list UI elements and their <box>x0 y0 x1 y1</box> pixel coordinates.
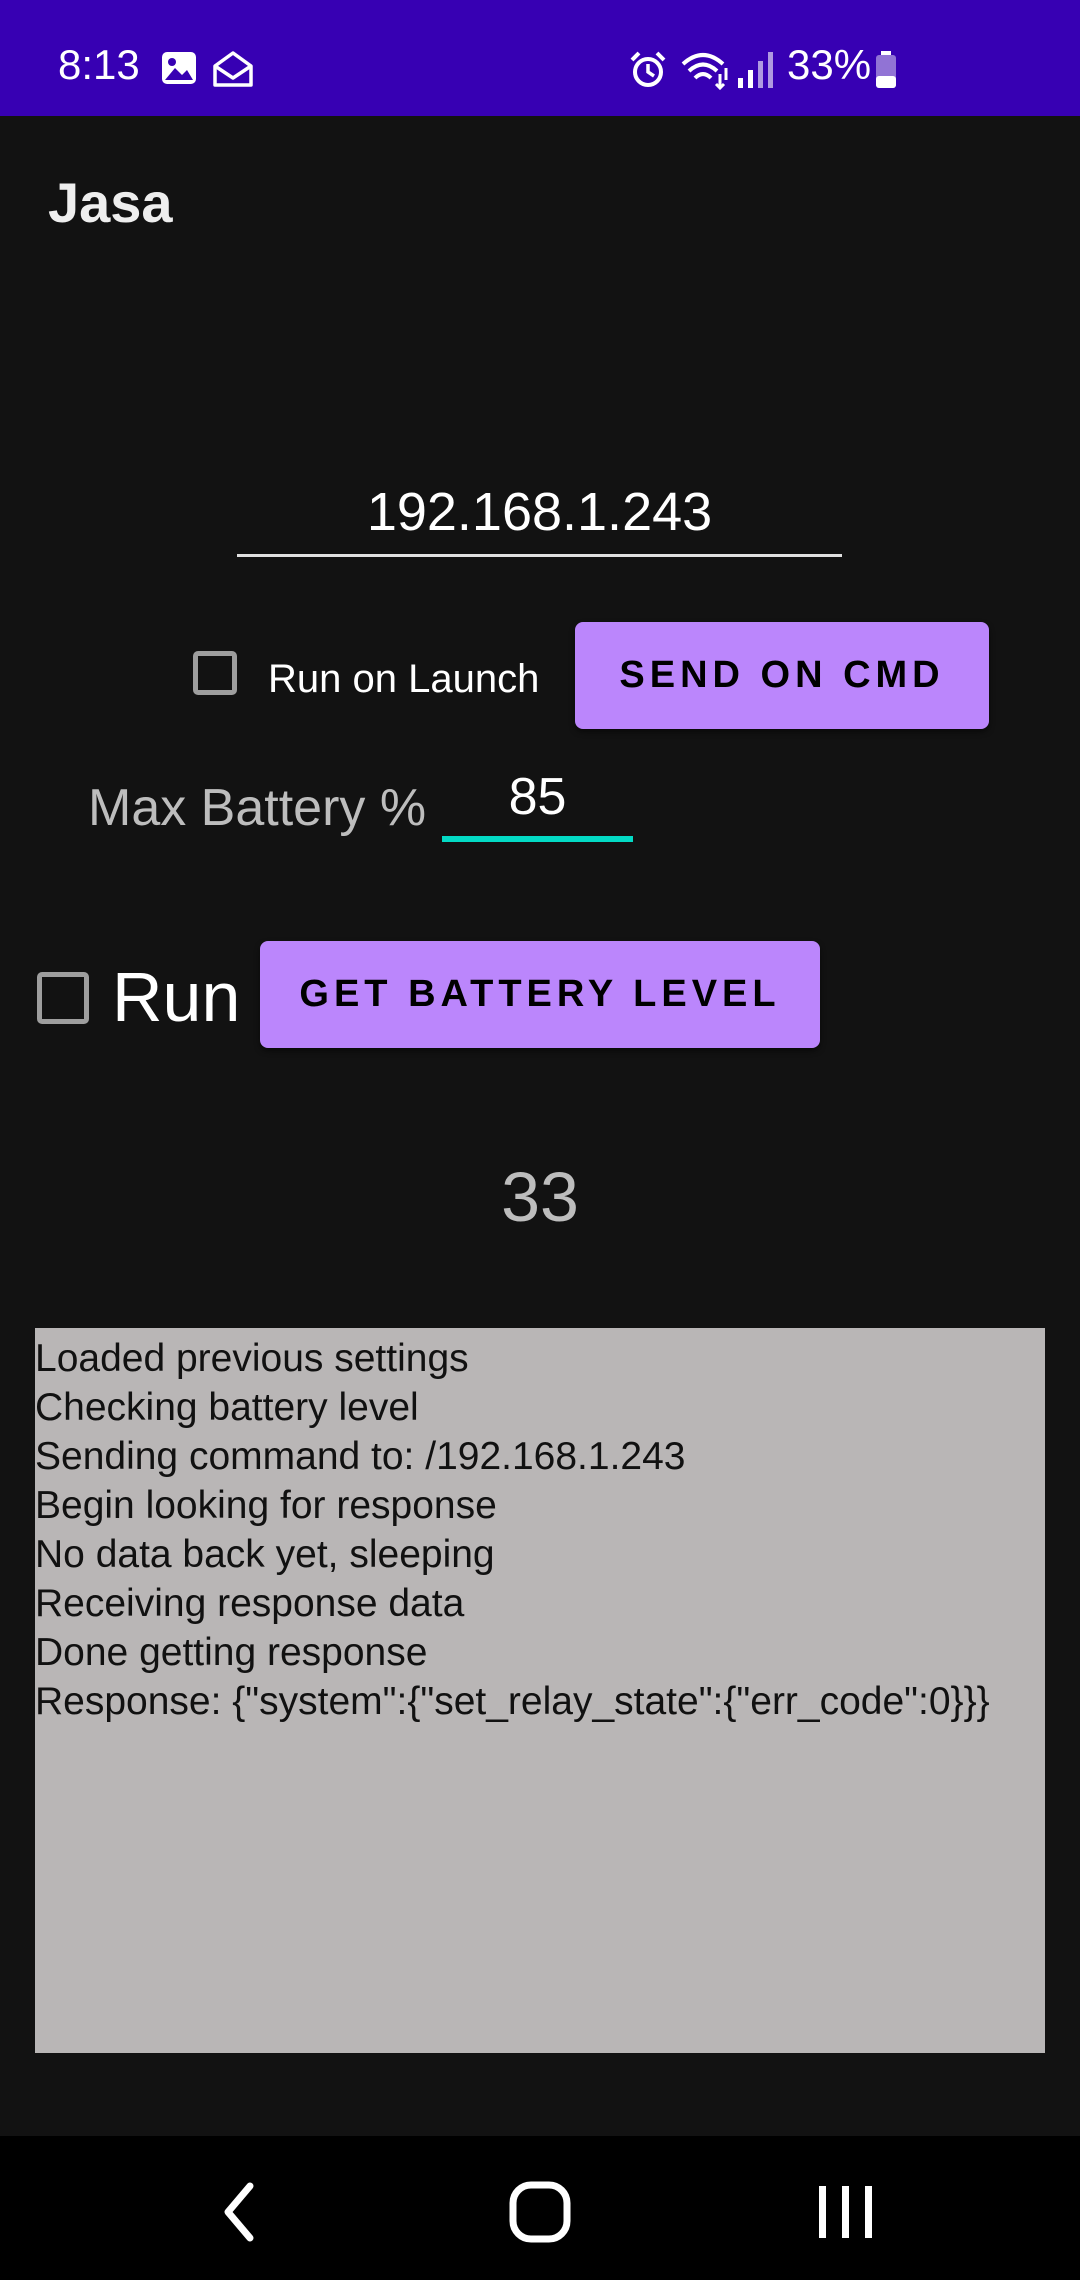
back-icon[interactable] <box>200 2172 280 2252</box>
signal-icon <box>738 52 773 88</box>
mail-icon <box>213 51 253 87</box>
run-label: Run <box>112 958 241 1036</box>
image-icon <box>162 52 196 84</box>
log-line: Done getting response <box>35 1631 428 1674</box>
log-line: No data back yet, sleeping <box>35 1533 495 1576</box>
send-on-cmd-button[interactable]: SEND ON CMD <box>575 622 989 729</box>
battery-icon <box>876 51 896 88</box>
status-bar: 8:13 33% <box>0 0 1080 116</box>
wifi-icon <box>681 53 728 90</box>
run-on-launch-checkbox[interactable] <box>193 651 237 695</box>
app-title: Jasa <box>48 171 173 234</box>
navigation-bar <box>0 2136 1080 2280</box>
log-line: Response: {"system":{"set_relay_state":{… <box>35 1680 990 1723</box>
run-checkbox[interactable] <box>37 972 89 1024</box>
max-battery-label: Max Battery % <box>88 779 427 837</box>
recents-icon[interactable] <box>805 2172 885 2252</box>
status-battery-percent: 33% <box>787 41 872 88</box>
log-line: Checking battery level <box>35 1386 419 1429</box>
status-time: 8:13 <box>58 41 140 88</box>
max-battery-input[interactable] <box>442 758 633 842</box>
ip-address-input[interactable] <box>237 470 842 557</box>
battery-level-value: 33 <box>501 1158 579 1236</box>
alarm-icon <box>630 51 666 87</box>
log-line: Receiving response data <box>35 1582 465 1625</box>
log-line: Begin looking for response <box>35 1484 497 1527</box>
log-line: Sending command to: /192.168.1.243 <box>35 1435 686 1478</box>
get-battery-level-button[interactable]: GET BATTERY LEVEL <box>260 941 820 1048</box>
log-line: Loaded previous settings <box>35 1337 469 1380</box>
run-on-launch-label: Run on Launch <box>268 657 540 701</box>
log-output[interactable]: Loaded previous settings Checking batter… <box>35 1328 1045 2053</box>
home-icon[interactable] <box>500 2172 580 2252</box>
